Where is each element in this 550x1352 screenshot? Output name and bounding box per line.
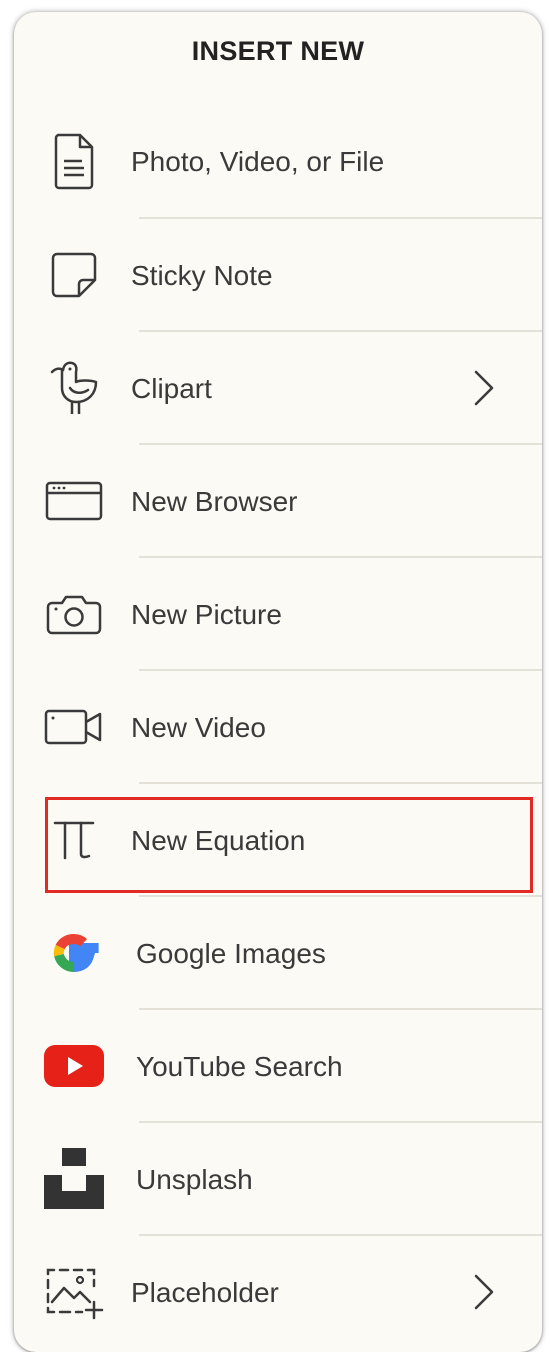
- menu-item-placeholder[interactable]: Placeholder: [14, 1236, 542, 1349]
- menu-item-sticky-note[interactable]: Sticky Note: [14, 219, 542, 332]
- document-icon: [42, 131, 106, 191]
- placeholder-image-icon: [42, 1262, 106, 1322]
- bird-icon: [42, 358, 106, 418]
- menu-item-unsplash[interactable]: Unsplash: [14, 1123, 542, 1236]
- menu-title: INSERT NEW: [191, 36, 365, 66]
- menu-item-google-images[interactable]: Google Images: [14, 897, 542, 1010]
- chevron-right-icon: [464, 1272, 504, 1312]
- menu-item-label: New Picture: [131, 599, 282, 630]
- menu-item-new-equation[interactable]: New Equation: [14, 784, 542, 897]
- browser-window-icon: [42, 471, 106, 531]
- menu-item-photo-video-file[interactable]: Photo, Video, or File: [14, 105, 542, 218]
- menu-item-label: YouTube Search: [136, 1051, 343, 1082]
- unsplash-logo-icon: [42, 1148, 106, 1209]
- chevron-right-icon: [464, 368, 504, 408]
- menu-item-label: Placeholder: [131, 1277, 279, 1308]
- menu-item-label: New Video: [131, 712, 266, 743]
- sticky-note-icon: [42, 245, 106, 305]
- menu-item-new-video[interactable]: New Video: [14, 671, 542, 784]
- google-logo-icon: [42, 923, 106, 983]
- menu-item-label: Unsplash: [136, 1164, 253, 1195]
- insert-new-menu: INSERT NEW Photo, Video, or File Sticky …: [14, 12, 542, 1352]
- menu-item-new-browser[interactable]: New Browser: [14, 445, 542, 558]
- menu-item-label: Google Images: [136, 938, 326, 969]
- pi-icon: [42, 810, 106, 870]
- menu-item-label: Clipart: [131, 373, 212, 404]
- menu-item-label: Sticky Note: [131, 260, 273, 291]
- youtube-logo-icon: [42, 1036, 106, 1096]
- menu-item-clipart[interactable]: Clipart: [14, 332, 542, 445]
- menu-item-youtube-search[interactable]: YouTube Search: [14, 1010, 542, 1123]
- menu-item-label: Photo, Video, or File: [131, 146, 385, 177]
- menu-item-new-picture[interactable]: New Picture: [14, 558, 542, 671]
- camera-icon: [42, 584, 106, 644]
- menu-item-label: New Browser: [131, 486, 298, 517]
- video-camera-icon: [42, 697, 106, 757]
- menu-item-label: New Equation: [131, 825, 306, 856]
